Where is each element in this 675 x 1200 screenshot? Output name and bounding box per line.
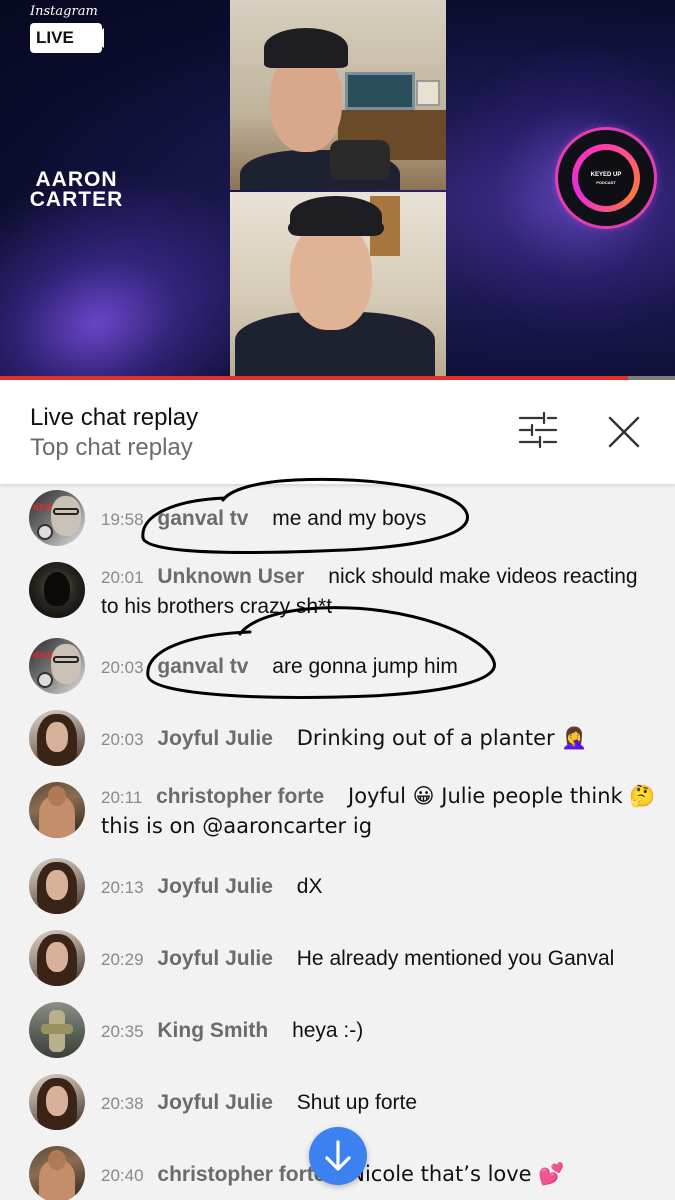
podcast-logo-line2: PODCAST — [596, 180, 616, 185]
chat-header: Live chat replay Top chat replay — [0, 380, 675, 484]
live-badge: LIVE — [30, 23, 104, 53]
woman-portrait-avatar[interactable] — [29, 710, 85, 766]
instagram-logo: Instagram — [30, 4, 98, 19]
woman-portrait-avatar[interactable] — [29, 1074, 85, 1130]
person-cap — [264, 28, 348, 68]
message-body: are gonna jump him — [272, 655, 458, 678]
message-body: me and my boys — [272, 507, 427, 530]
message-time: 20:13 — [101, 878, 144, 897]
chat-message-text: 20:03 Joyful Julie Drinking out of a pla… — [101, 724, 656, 754]
message-author[interactable]: Joyful Julie — [157, 875, 273, 898]
dxddy-avatar[interactable]: dXddy — [29, 490, 85, 546]
message-time: 20:29 — [101, 950, 144, 969]
dxddy-avatar[interactable]: dXddy — [29, 638, 85, 694]
chat-message-text: 20:01 Unknown User nick should make vide… — [101, 562, 656, 621]
chat-message-list[interactable]: dXddy 19:58 ganval tv me and my boys 20:… — [0, 484, 675, 1200]
message-author[interactable]: King Smith — [157, 1019, 268, 1042]
hooded-figure-avatar[interactable] — [29, 562, 85, 618]
message-time: 20:35 — [101, 1022, 144, 1041]
person-cap-brim — [288, 222, 384, 234]
video-player[interactable]: Instagram LIVE AARON CARTER KEYED UP POD… — [0, 0, 675, 376]
close-icon[interactable] — [604, 412, 644, 452]
message-author[interactable]: Unknown User — [157, 565, 304, 588]
message-author[interactable]: christopher forte — [156, 785, 324, 808]
message-time: 20:03 — [101, 658, 144, 677]
message-author[interactable]: ganval tv — [157, 507, 248, 530]
host-name-line2: CARTER — [29, 188, 124, 211]
man-portrait-avatar[interactable] — [29, 782, 85, 838]
chat-message-text: 20:11 christopher forte Joyful 😀 Julie p… — [101, 782, 656, 841]
message-time: 20:01 — [101, 568, 144, 587]
chat-message-text: 20:35 King Smith heya :-) — [101, 1016, 656, 1046]
man-portrait-avatar[interactable] — [29, 1146, 85, 1200]
live-badge-label: LIVE — [36, 28, 74, 47]
message-body: heya :-) — [292, 1019, 364, 1042]
podcast-logo-text: KEYED UP PODCAST — [578, 150, 634, 206]
chat-message-text: 19:58 ganval tv me and my boys — [101, 504, 656, 534]
message-body: Shut up forte — [296, 1091, 418, 1114]
podcast-logo-line1: KEYED UP — [590, 172, 622, 178]
message-author[interactable]: christopher forte — [157, 1163, 325, 1186]
arrow-down-icon — [325, 1140, 351, 1171]
phone-hand — [330, 140, 390, 180]
message-time: 20:38 — [101, 1094, 144, 1113]
message-body: Drinking out of a planter 🤦‍♀️ — [296, 726, 588, 750]
message-author[interactable]: Joyful Julie — [157, 727, 273, 750]
message-time: 20:11 — [101, 788, 143, 807]
chat-message-text: 20:03 ganval tv are gonna jump him — [101, 652, 656, 682]
host-name-line1: AARON — [35, 168, 118, 191]
message-author[interactable]: ganval tv — [157, 655, 248, 678]
host-name: AARON CARTER — [14, 168, 139, 211]
message-body: dX — [296, 875, 323, 898]
video-feed-host — [230, 0, 446, 190]
message-time: 20:03 — [101, 730, 144, 749]
chat-message-text: 20:29 Joyful Julie He already mentioned … — [101, 944, 656, 974]
video-feed-guest — [230, 192, 446, 376]
chat-message-text: 20:40 christopher forte Nicole that’s lo… — [101, 1160, 656, 1190]
message-time: 19:58 — [101, 510, 144, 529]
chat-subtitle[interactable]: Top chat replay — [30, 434, 193, 462]
woman-portrait-avatar[interactable] — [29, 858, 85, 914]
woman-portrait-avatar[interactable] — [29, 930, 85, 986]
message-time: 20:40 — [101, 1166, 144, 1185]
chat-title[interactable]: Live chat replay — [30, 404, 198, 432]
message-author[interactable]: Joyful Julie — [157, 947, 273, 970]
wall-picture — [345, 72, 415, 110]
chat-message-text: 20:38 Joyful Julie Shut up forte — [101, 1088, 656, 1118]
chat-message-text: 20:13 Joyful Julie dX — [101, 872, 656, 902]
message-body: Nicole that’s love 💕 — [349, 1162, 565, 1186]
person-head — [290, 220, 372, 330]
scroll-to-latest-button[interactable] — [309, 1127, 367, 1185]
game-character-avatar[interactable] — [29, 1002, 85, 1058]
filter-sliders-icon[interactable] — [518, 412, 558, 448]
podcast-logo: KEYED UP PODCAST — [558, 130, 654, 226]
wall-picture — [416, 80, 440, 106]
message-body: He already mentioned you Ganval — [296, 947, 615, 970]
message-author[interactable]: Joyful Julie — [157, 1091, 273, 1114]
podcast-logo-ring: KEYED UP PODCAST — [572, 144, 640, 212]
